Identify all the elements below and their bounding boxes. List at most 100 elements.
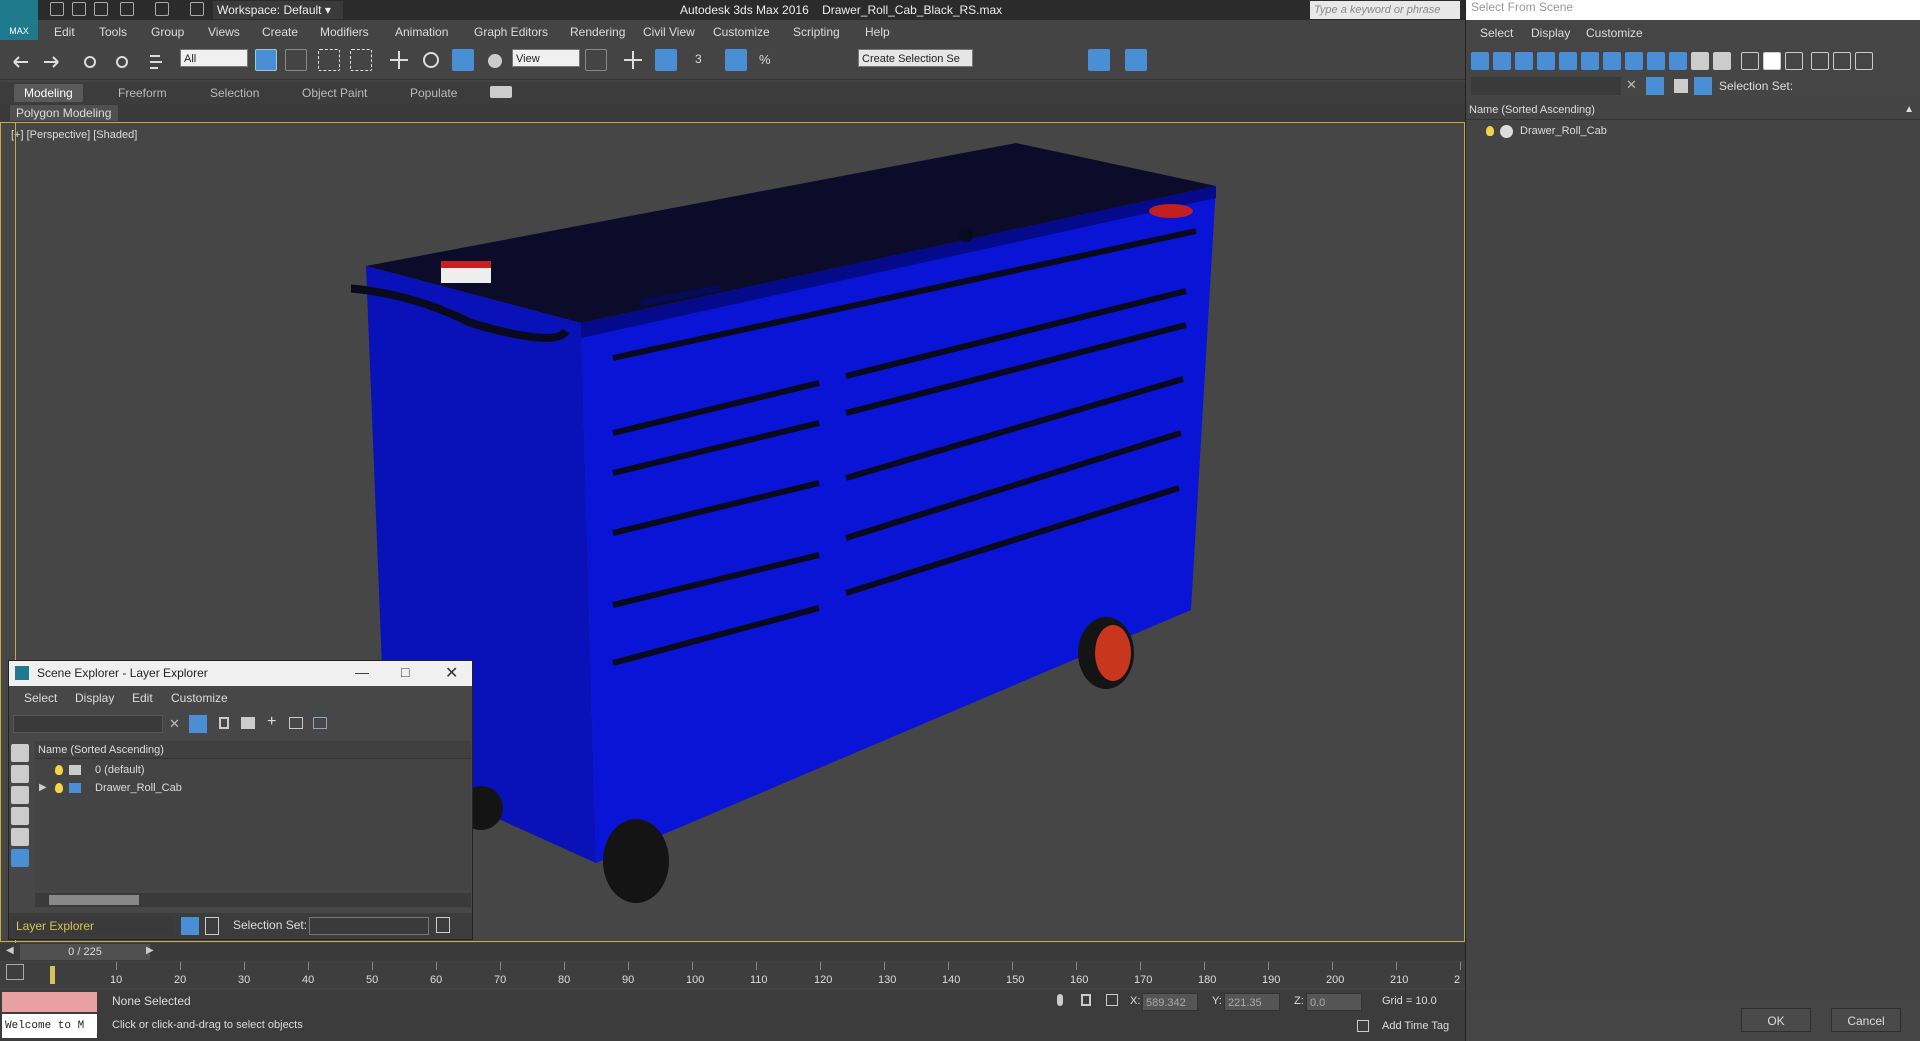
scale-icon[interactable]	[452, 49, 474, 71]
add-to-layer-icon[interactable]	[289, 717, 303, 729]
rect-region-icon[interactable]	[318, 49, 340, 71]
time-tag-icon[interactable]	[1357, 1020, 1369, 1032]
manage-sets-icon[interactable]	[436, 917, 450, 933]
se-menu-select[interactable]: Select	[24, 691, 57, 705]
select-manipulate-icon[interactable]	[622, 49, 644, 71]
se-column-header[interactable]: Name (Sorted Ascending)	[35, 741, 471, 759]
sfs-menu-customize[interactable]: Customize	[1586, 26, 1643, 40]
absolute-mode-icon[interactable]	[1106, 994, 1118, 1006]
render-activeshade-icon[interactable]	[1400, 49, 1422, 71]
time-slider-bar[interactable]: ◀ 0 / 225 ▶	[0, 943, 1465, 961]
curve-editor-icon[interactable]	[1158, 49, 1180, 71]
align-icon[interactable]	[1017, 49, 1039, 71]
window-crossing-icon[interactable]	[350, 49, 372, 71]
ribbon-options-icon[interactable]	[490, 86, 512, 98]
edit-named-sets-icon[interactable]	[827, 49, 849, 71]
se-menu-edit[interactable]: Edit	[132, 691, 153, 705]
maxscript-listener-mini[interactable]	[2, 992, 97, 1012]
cancel-button[interactable]: Cancel	[1831, 1008, 1901, 1032]
place-icon[interactable]	[484, 49, 506, 71]
se-menu-customize[interactable]: Customize	[171, 691, 228, 705]
filter-icon[interactable]	[189, 715, 207, 733]
undo-quick-icon[interactable]	[120, 2, 134, 16]
shapes-filter-icon[interactable]	[1493, 52, 1511, 70]
lights-filter-icon[interactable]	[1515, 52, 1533, 70]
lightbulb-icon[interactable]	[55, 765, 63, 775]
reference-coord-dropdown[interactable]: View	[512, 49, 580, 67]
sort-asc-icon[interactable]: ▲	[1904, 100, 1914, 120]
layer-explorer-icon[interactable]	[1088, 49, 1110, 71]
selection-lock-icon[interactable]	[1081, 994, 1091, 1006]
se-menu-display[interactable]: Display	[75, 691, 114, 705]
polygon-modeling-label[interactable]: Polygon Modeling	[10, 105, 118, 121]
xrefs-filter-icon[interactable]	[1625, 52, 1643, 70]
add-layer-icon[interactable]: +	[267, 713, 276, 731]
hierarchy-mode-icon[interactable]	[205, 917, 219, 935]
layers-icon[interactable]	[241, 717, 255, 729]
prev-frame-icon[interactable]: ◀	[6, 945, 14, 956]
add-time-tag[interactable]: Add Time Tag	[1382, 1020, 1449, 1032]
scrollbar-thumb[interactable]	[49, 895, 139, 905]
expand-arrow-icon[interactable]: ▶	[39, 779, 47, 797]
keyboard-shortcut-override-icon[interactable]	[655, 49, 677, 71]
tab-object-paint[interactable]: Object Paint	[292, 84, 377, 102]
x-coordinate-field[interactable]: 589.342	[1142, 993, 1198, 1011]
hidden-filter-icon[interactable]	[1713, 52, 1731, 70]
geometry-filter-icon[interactable]	[1471, 52, 1489, 70]
render-frame-icon[interactable]	[1298, 49, 1320, 71]
angle-snap-icon[interactable]	[725, 49, 747, 71]
display-none-icon[interactable]	[1763, 52, 1781, 70]
display-helpers-icon[interactable]	[11, 828, 29, 846]
menu-customize[interactable]: Customize	[713, 25, 770, 39]
y-coordinate-field[interactable]: 221.35	[1224, 993, 1280, 1011]
sfs-column-header[interactable]: Name (Sorted Ascending) ▲	[1466, 100, 1920, 120]
display-all-icon[interactable]	[1741, 52, 1759, 70]
clear-search-icon[interactable]: ✕	[1626, 77, 1637, 93]
menu-civil-view[interactable]: Civil View	[643, 25, 695, 39]
mirror-icon[interactable]	[985, 49, 1007, 71]
display-lights-icon[interactable]	[11, 786, 29, 804]
lock-icon[interactable]	[219, 717, 229, 729]
tab-modeling[interactable]: Modeling	[14, 84, 83, 102]
selection-set-input[interactable]	[309, 917, 429, 935]
menu-rendering[interactable]: Rendering	[570, 25, 625, 39]
tab-freeform[interactable]: Freeform	[108, 84, 177, 102]
menu-help[interactable]: Help	[865, 25, 890, 39]
material-editor-icon[interactable]	[1228, 49, 1250, 71]
spinner-snap-icon[interactable]	[789, 49, 811, 71]
named-selection-dropdown[interactable]: Create Selection Se	[858, 49, 973, 67]
layer-row[interactable]: 0 (default)	[35, 761, 471, 779]
menu-create[interactable]: Create	[262, 25, 298, 39]
project-folder-icon[interactable]	[190, 2, 204, 16]
object-row[interactable]: Drawer_Roll_Cab	[1466, 122, 1920, 140]
new-file-icon[interactable]	[50, 2, 64, 16]
time-marker[interactable]	[50, 966, 55, 984]
hierarchy-icon[interactable]	[1833, 52, 1851, 70]
sfs-menu-select[interactable]: Select	[1480, 26, 1513, 40]
filter-icon[interactable]	[1646, 77, 1664, 95]
workspace-dropdown[interactable]: Workspace: Default ▾	[213, 1, 343, 19]
layer-mode-icon[interactable]	[181, 917, 199, 935]
render-setup-icon[interactable]	[1265, 49, 1287, 71]
display-cameras-icon[interactable]	[11, 807, 29, 825]
layers-icon[interactable]	[1674, 79, 1688, 93]
roll-cab-model[interactable]	[351, 143, 1231, 923]
sort-icon[interactable]	[1694, 77, 1712, 95]
explorer-type-dropdown[interactable]: Layer Explorer	[13, 917, 173, 935]
frame-counter[interactable]: 0 / 225	[20, 944, 150, 960]
maximize-icon[interactable]: □	[401, 664, 409, 680]
redo-quick-icon[interactable]	[155, 2, 169, 16]
se-search-input[interactable]	[13, 715, 163, 733]
select-by-name-icon[interactable]	[285, 49, 307, 71]
funnel-icon[interactable]	[1811, 52, 1829, 70]
snaps-toggle-icon[interactable]: 3	[693, 49, 715, 71]
lightbulb-icon[interactable]	[55, 783, 63, 793]
sfs-search-input[interactable]	[1471, 77, 1621, 95]
render-production-icon[interactable]	[1333, 49, 1355, 71]
menu-animation[interactable]: Animation	[395, 25, 448, 39]
menu-modifiers[interactable]: Modifiers	[320, 25, 369, 39]
rotate-icon[interactable]	[420, 49, 442, 71]
scene-explorer-toggle-icon[interactable]	[1057, 49, 1079, 71]
invert-display-icon[interactable]	[1785, 52, 1803, 70]
containers-filter-icon[interactable]	[1669, 52, 1687, 70]
